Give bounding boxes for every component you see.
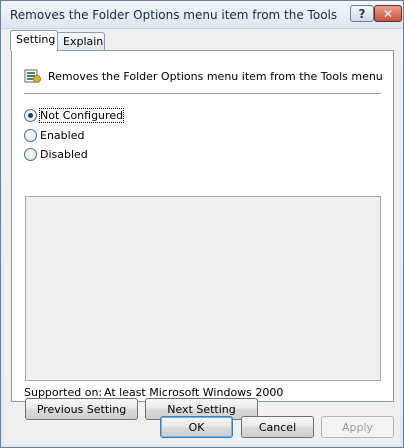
policy-title: Removes the Folder Options menu item fro…	[48, 69, 383, 83]
radio-not-configured[interactable]	[24, 108, 37, 122]
policy-dialog-window: Removes the Folder Options menu item fro…	[0, 0, 404, 448]
previous-setting-label: Previous Setting	[36, 402, 127, 416]
radio-selected-dot	[28, 112, 33, 118]
tab-explain-label: Explain	[63, 35, 104, 48]
next-setting-label: Next Setting	[167, 402, 236, 416]
previous-setting-button[interactable]: Previous Setting	[25, 398, 138, 420]
setting-tab-panel: Removes the Folder Options menu item fro…	[11, 50, 394, 420]
tab-setting[interactable]: Setting	[10, 30, 58, 51]
policy-setting-icon	[24, 69, 41, 83]
window-title: Removes the Folder Options menu item fro…	[10, 8, 340, 22]
cancel-button[interactable]: Cancel	[241, 416, 314, 438]
close-icon: ✕	[382, 6, 394, 21]
close-button[interactable]: ✕	[374, 5, 402, 22]
ok-button[interactable]: OK	[160, 416, 233, 438]
ok-label: OK	[188, 420, 205, 434]
apply-button[interactable]: Apply	[321, 416, 394, 438]
option-enabled-label: Enabled	[40, 128, 85, 142]
option-disabled[interactable]: Disabled	[24, 146, 88, 162]
dialog-client-area: Setting Explain Removes the Folder Optio…	[4, 29, 400, 444]
option-not-configured[interactable]: Not Configured	[24, 107, 125, 123]
help-icon: ?	[358, 6, 366, 21]
title-bar[interactable]: Removes the Folder Options menu item fro…	[1, 1, 403, 29]
radio-disabled[interactable]	[24, 147, 37, 161]
cancel-label: Cancel	[258, 420, 297, 434]
apply-label: Apply	[341, 420, 374, 434]
options-panel	[25, 196, 381, 381]
option-disabled-label: Disabled	[40, 147, 88, 161]
radio-enabled[interactable]	[24, 128, 37, 142]
tab-explain[interactable]: Explain	[57, 32, 105, 51]
option-enabled[interactable]: Enabled	[24, 127, 84, 143]
option-not-configured-label: Not Configured	[38, 107, 125, 123]
tab-setting-label: Setting	[16, 33, 56, 46]
help-button[interactable]: ?	[350, 5, 374, 22]
policy-header: Removes the Folder Options menu item fro…	[24, 67, 383, 85]
header-divider	[24, 93, 381, 95]
